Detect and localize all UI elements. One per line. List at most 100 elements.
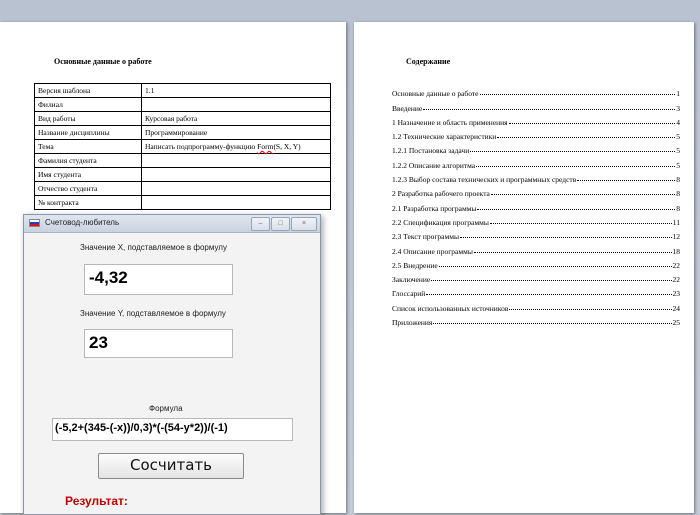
info-row-label: Отчество студента — [34, 181, 142, 196]
toc-entry-page: 3 — [676, 103, 680, 113]
toc-leader-dots — [508, 122, 676, 124]
info-row-value — [141, 181, 331, 196]
info-row-label: Версия шаблона — [34, 83, 142, 98]
toc-leader-dots — [431, 280, 672, 282]
toc-entry[interactable]: Введение 3 — [392, 98, 680, 113]
toc-entry-text: 2 Разработка рабочего проекта — [392, 189, 490, 199]
toc-entry-text: 2.1 Разработка программы — [392, 203, 477, 213]
toc-leader-dots — [476, 165, 676, 167]
table-of-contents: Основные данные о работе 1 Введение 3 1 Назн… — [392, 84, 680, 327]
info-row-label: Название дисциплины — [34, 125, 142, 140]
info-row-value — [141, 195, 331, 210]
russian-flag-icon — [29, 219, 40, 227]
info-table-row: Отчество студента — [34, 181, 331, 196]
toc-entry[interactable]: 1 Назначение и область применения 4 — [392, 113, 680, 127]
window-title: Счетовод-любитель — [45, 218, 120, 227]
info-row-value — [141, 153, 331, 168]
close-button[interactable]: × — [291, 217, 317, 231]
info-row-label: № контракта — [34, 195, 142, 210]
info-row-label: Вид работы — [34, 111, 142, 126]
toc-entry-page: 1 — [676, 89, 680, 99]
toc-entry-text: Список использованных источников — [392, 303, 509, 313]
toc-entry-text: Глоссарий — [392, 289, 426, 299]
toc-leader-dots — [423, 108, 676, 110]
toc-leader-dots — [426, 294, 672, 296]
toc-entry-page: 8 — [676, 175, 680, 185]
y-value-label: Значение Y, подставляемое в формулу — [80, 309, 226, 318]
toc-entry-page: 5 — [676, 160, 680, 170]
toc-entry[interactable]: Заключение 22 — [392, 270, 680, 284]
x-value-input[interactable]: -4,32 — [84, 264, 233, 295]
toc-entry[interactable]: 2.5 Внедрение 22 — [392, 256, 680, 270]
document-page-right: Содержание Основные данные о работе 1 Введ… — [354, 22, 694, 513]
toc-leader-dots — [477, 208, 676, 210]
toc-entry[interactable]: 1.2 Технические характеристики 5 — [392, 127, 680, 141]
toc-entry[interactable]: Глоссарий 23 — [392, 284, 680, 298]
window-titlebar[interactable]: Счетовод-любитель – □ × — [24, 215, 320, 233]
info-row-value — [141, 167, 331, 182]
toc-leader-dots — [509, 308, 672, 310]
toc-entry[interactable]: 2.2 Спецификация программы 11 — [392, 213, 680, 227]
toc-entry-page: 5 — [676, 146, 680, 156]
minimize-button[interactable]: – — [251, 217, 270, 231]
toc-entry-page: 24 — [672, 303, 681, 313]
formula-input[interactable]: (-5,2+(345-(-x))/0,3)*(-(54-y*2))/(-1) — [52, 418, 293, 441]
info-row-value: Программирование — [141, 125, 331, 140]
toc-leader-dots — [490, 194, 676, 196]
toc-leader-dots — [479, 94, 676, 96]
toc-leader-dots — [489, 222, 672, 224]
info-row-label: Филиал — [34, 97, 142, 112]
toc-entry-text: 2.2 Спецификация программы — [392, 217, 489, 227]
toc-entry-text: 1 Назначение и область применения — [392, 117, 508, 127]
info-table-row: Тема Написать подпрограмму-функцию Form(S… — [34, 139, 331, 154]
toc-title: Содержание — [406, 57, 451, 66]
y-value-input[interactable]: 23 — [84, 329, 233, 358]
toc-entry-page: 8 — [676, 189, 680, 199]
info-table-row: Фамилия студента — [34, 153, 331, 168]
toc-leader-dots — [497, 137, 676, 139]
formula-label: Формула — [149, 404, 183, 413]
toc-entry[interactable]: 2.3 Текст программы 12 — [392, 227, 680, 241]
calculate-button[interactable]: Сосчитать — [98, 453, 244, 479]
calculator-window[interactable]: Счетовод-любитель – □ × Значение X, подс… — [23, 214, 321, 515]
toc-entry-text: 1.2 Технические характеристики — [392, 132, 497, 142]
toc-entry-text: Основные данные о работе — [392, 89, 479, 99]
maximize-button[interactable]: □ — [271, 217, 290, 231]
toc-entry-page: 11 — [672, 217, 680, 227]
toc-entry-text: 2.4 Описание программы — [392, 246, 473, 256]
toc-entry[interactable]: Основные данные о работе 1 — [392, 84, 680, 98]
toc-leader-dots — [470, 151, 676, 153]
info-table-row: Версия шаблона 1.1 — [34, 83, 331, 98]
toc-entry[interactable]: Список использованных источников 24 — [392, 298, 681, 313]
info-table-row: Имя студента — [34, 167, 331, 182]
toc-entry[interactable]: 2 Разработка рабочего проекта 8 — [392, 184, 680, 198]
info-row-value: Курсовая работа — [141, 111, 331, 126]
info-table-row: Название дисциплины Программирование — [34, 125, 331, 140]
toc-entry-page: 4 — [676, 117, 680, 127]
result-label: Результат: — [65, 494, 128, 508]
toc-entry-text: 2.3 Текст программы — [392, 232, 460, 242]
toc-entry[interactable]: 2.1 Разработка программы 8 — [392, 198, 680, 213]
toc-entry-text: Введение — [392, 103, 423, 113]
info-row-label: Имя студента — [34, 167, 142, 182]
toc-entry-page: 18 — [672, 246, 681, 256]
toc-entry-page: 5 — [676, 132, 680, 142]
toc-entry[interactable]: 1.2.3 Выбор состава технических и програ… — [392, 170, 680, 184]
toc-entry-text: 1.2.1 Постановка задачи — [392, 146, 470, 156]
toc-entry[interactable]: Приложения 25 — [392, 313, 680, 327]
toc-leader-dots — [577, 180, 676, 182]
toc-leader-dots — [438, 265, 672, 267]
toc-entry[interactable]: 1.2.2 Описание алгоритма 5 — [392, 155, 680, 170]
toc-leader-dots — [433, 323, 672, 325]
toc-entry[interactable]: 2.4 Описание программы 18 — [392, 241, 681, 256]
toc-entry-page: 22 — [672, 260, 681, 270]
info-table-row: № контракта — [34, 195, 331, 210]
x-value-label: Значение X, подставляемое в формулу — [80, 243, 227, 252]
toc-entry[interactable]: 1.2.1 Постановка задачи 5 — [392, 141, 680, 155]
toc-leader-dots — [473, 251, 672, 253]
info-table: Версия шаблона 1.1 Филиал Вид работы Курсова… — [34, 83, 331, 210]
toc-entry-page: 25 — [672, 318, 681, 328]
toc-entry-text: 2.5 Внедрение — [392, 260, 438, 270]
info-table-row: Филиал — [34, 97, 331, 112]
toc-entry-text: 1.2.3 Выбор состава технических и програ… — [392, 175, 577, 185]
